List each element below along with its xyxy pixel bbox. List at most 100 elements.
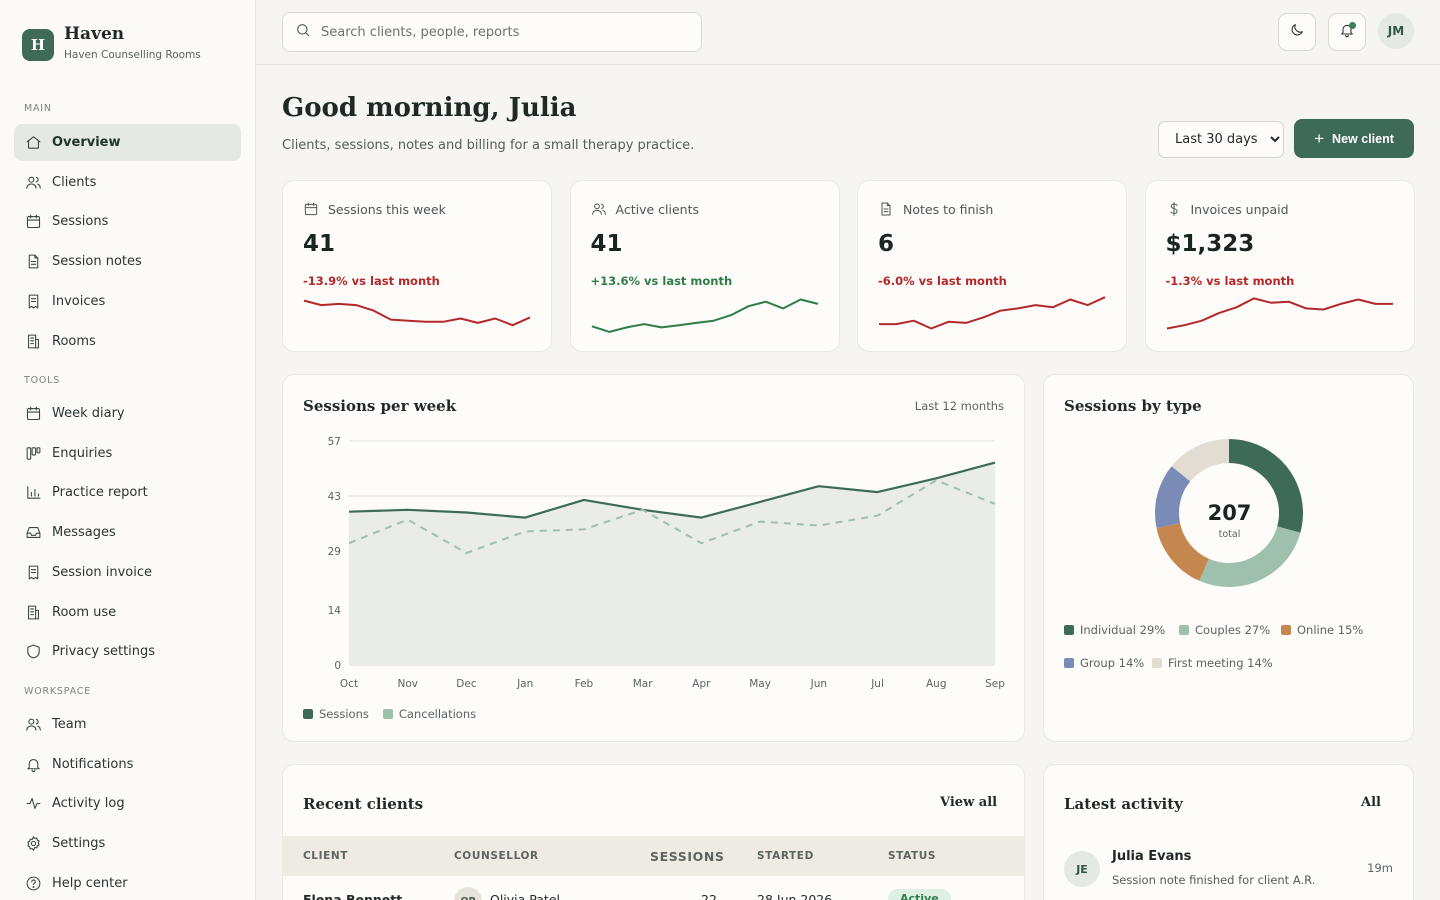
sidebar-item-privacy-settings[interactable]: Privacy settings [14,633,241,670]
help-icon [24,874,42,892]
col-started[interactable]: STARTED [757,850,814,862]
sidebar-item-clients[interactable]: Clients [14,164,241,201]
stat-label-text: Active clients [615,201,699,217]
sessions-area [349,462,995,665]
users-icon [24,173,42,191]
calendar-icon [24,405,42,423]
search-input[interactable] [321,24,681,40]
legend-item-first-meeting: First meeting 14% [1152,656,1273,670]
nav-section-workspace: WORKSPACE [24,686,92,697]
page-subtitle: Clients, sessions, notes and billing for… [282,138,695,153]
stat-label: Sessions this week [303,201,446,217]
donut-total: 207 [1207,501,1252,525]
sparkline-path [303,299,531,327]
sidebar-item-label: Invoices [52,293,106,309]
theme-toggle-button[interactable] [1278,13,1316,51]
sessions-chart-card: Sessions per week Last 12 months 0 14 29 43… [282,374,1025,742]
activity-name[interactable]: Julia Evans [1112,849,1191,864]
legend-label-sessions: Sessions [319,707,369,721]
stat-value: 41 [303,231,336,257]
sidebar-item-session-notes[interactable]: Session notes [14,243,241,280]
sidebar-item-settings[interactable]: Settings [14,825,241,862]
sidebar-item-messages[interactable]: Messages [14,514,241,551]
sidebar-item-label: Room use [52,604,117,620]
stat-delta: -1.3% vs last month [1165,274,1295,288]
col-counsellor[interactable]: COUNSELLOR [454,850,539,862]
document-icon [878,201,903,217]
sidebar-item-overview[interactable]: Overview [14,124,241,161]
user-avatar[interactable]: JM [1378,13,1414,49]
x-tick-label: Oct [340,678,358,690]
sidebar-item-help-center[interactable]: Help center [14,865,241,900]
status-badge: Active [888,889,951,900]
cell-started: 28 Jun 2026 [757,892,833,900]
nav-section-main: MAIN [24,103,52,114]
calendar-icon [303,201,328,217]
y-tick-label: 29 [328,546,341,558]
stat-label-text: Notes to finish [903,201,994,217]
sidebar-item-week-diary[interactable]: Week diary [14,395,241,432]
new-client-label: New client [1332,131,1394,146]
new-client-button[interactable]: + New client [1294,119,1414,158]
notifications-button[interactable] [1328,13,1366,51]
stat-card-active-clients[interactable]: Active clients 41 +13.6% vs last month [569,180,840,352]
sidebar-item-label: Activity log [52,796,125,812]
stat-label: Notes to finish [878,201,993,217]
x-tick-label: Nov [397,678,418,690]
x-tick-label: Dec [456,678,477,690]
stat-delta: -6.0% vs last month [878,274,1007,288]
document-icon [24,253,42,271]
counsellor-avatar: OP [454,887,482,900]
view-all-link[interactable]: View all [940,795,997,810]
legend-swatch-cancellations [382,709,393,719]
search-icon [295,22,311,42]
cell-sessions: 22 [701,892,717,900]
x-tick-label: Mar [633,678,653,690]
sidebar-item-rooms[interactable]: Rooms [14,323,241,360]
clients-table-header: CLIENT COUNSELLOR SESSIONS STARTED STATU… [283,836,1024,876]
legend-item-couples: Couples 27% [1179,623,1270,637]
legend-swatch-sessions [303,709,313,719]
table-row[interactable]: Elena Bennett OP Olivia Patel 22 28 Jun … [283,876,1024,900]
sidebar-item-enquiries[interactable]: Enquiries [14,435,241,472]
sidebar-item-activity-log[interactable]: Activity log [14,785,241,822]
sparkline-path [591,298,818,333]
y-tick-label: 0 [334,660,341,672]
col-status[interactable]: STATUS [888,850,936,862]
sessions-type-title: Sessions by type [1064,397,1202,415]
x-tick-label: Apr [692,678,711,690]
sidebar-item-practice-report[interactable]: Practice report [14,474,241,511]
stat-delta: +13.6% vs last month [590,274,733,288]
sidebar-item-session-invoice[interactable]: Session invoice [14,554,241,591]
col-client[interactable]: CLIENT [303,850,348,862]
stat-value: 6 [878,231,895,257]
bar-chart-icon [24,484,42,502]
date-range-select[interactable]: Last 30 days [1158,121,1284,158]
sparkline-path [1166,297,1393,330]
stat-label-text: Invoices unpaid [1190,201,1289,217]
search-box[interactable] [282,12,702,52]
brand[interactable]: H Haven Haven Counselling Rooms [22,24,201,61]
moon-icon [1289,22,1305,42]
sidebar-item-label: Session notes [52,254,142,270]
legend-label-cancellations: Cancellations [398,707,477,721]
stat-card-invoices-unpaid[interactable]: Invoices unpaid $1,323 -1.3% vs last month [1144,180,1415,352]
sidebar-item-room-use[interactable]: Room use [14,594,241,631]
activity-filter-all[interactable]: All [1361,795,1381,810]
stat-label: Invoices unpaid [1166,201,1289,217]
y-tick-label: 57 [328,436,341,448]
legend-swatch [1064,625,1074,635]
stat-card-sessions-this-week[interactable]: Sessions this week 41 -13.9% vs last month [282,180,552,352]
sidebar-item-team[interactable]: Team [14,706,241,743]
sidebar-item-invoices[interactable]: Invoices [14,283,241,320]
stat-card-notes-to-finish[interactable]: Notes to finish 6 -6.0% vs last month [857,180,1127,352]
legend-swatch [1179,625,1189,635]
activity-icon [24,795,42,813]
activity-avatar: JE [1064,851,1100,887]
sidebar-item-notifications[interactable]: Notifications [14,746,241,783]
col-sessions[interactable]: SESSIONS [650,849,725,864]
building-icon [24,332,42,350]
x-tick-label: Sep [985,678,1005,690]
sidebar-item-sessions[interactable]: Sessions [14,203,241,240]
nav-section-tools: TOOLS [24,375,61,386]
